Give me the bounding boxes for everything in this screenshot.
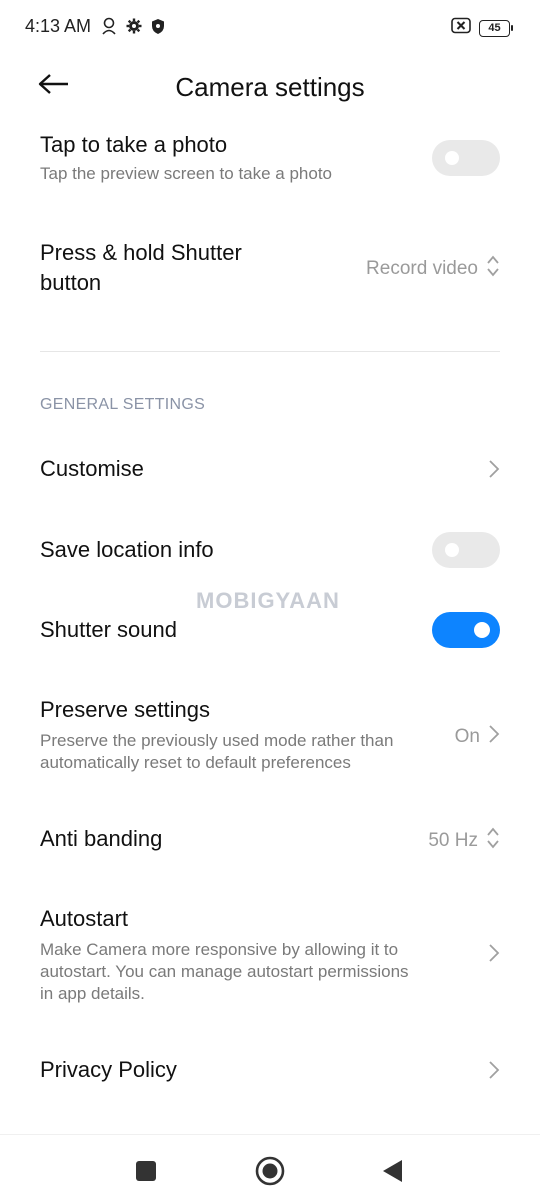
sim-off-icon (451, 17, 471, 39)
row-subtitle-line1: Make Camera more responsive by allowing … (40, 940, 399, 959)
watermark: MOBIGYAAN (196, 588, 340, 613)
row-subtitle: Tap the preview screen to take a photo (40, 164, 333, 183)
shutter-sound-toggle[interactable] (432, 612, 500, 648)
up-down-arrows-icon (486, 254, 500, 283)
row-title: Customise (40, 456, 144, 481)
anti-banding-row[interactable]: Anti banding 50 Hz (40, 824, 500, 858)
circle-icon (254, 1155, 286, 1192)
chevron-right-icon (488, 458, 500, 485)
status-bar: 4:13 AM 45 (0, 0, 540, 52)
row-title: Privacy Policy (40, 1057, 177, 1082)
page-title: Camera settings (175, 72, 365, 102)
save-location-row[interactable]: Save location info (40, 532, 500, 570)
chevron-right-icon (488, 1059, 500, 1086)
battery-icon: 45 (479, 19, 513, 37)
tap-to-take-photo-row[interactable]: Tap to take a photo Tap the preview scre… (40, 130, 500, 194)
row-subtitle-line1: Preserve the previously used mode rather… (40, 731, 394, 750)
up-down-arrows-icon (486, 826, 500, 855)
preserve-settings-row[interactable]: Preserve settings Preserve the previousl… (40, 695, 500, 777)
tap-photo-toggle[interactable] (432, 140, 500, 176)
section-header-general: GENERAL SETTINGS (40, 396, 206, 413)
square-icon (134, 1159, 158, 1188)
row-title: Save location info (40, 537, 214, 562)
row-subtitle-line3: in app details. (40, 984, 145, 1003)
chevron-right-icon (488, 942, 500, 969)
anti-banding-value: 50 Hz (428, 829, 478, 851)
press-hold-shutter-row[interactable]: Press & hold Shutter button Record video (40, 238, 500, 302)
row-title: Autostart (40, 906, 129, 931)
privacy-policy-row[interactable]: Privacy Policy (40, 1055, 500, 1089)
shutter-sound-row[interactable]: Shutter sound (40, 612, 500, 650)
shield-icon (151, 18, 165, 40)
row-subtitle-line2: autostart. You can manage autostart perm… (40, 962, 409, 981)
divider (40, 351, 500, 352)
press-hold-value: Record video (366, 257, 478, 279)
navigation-bar (0, 1134, 540, 1200)
triangle-back-icon (380, 1158, 404, 1189)
autostart-row[interactable]: Autostart Make Camera more responsive by… (40, 904, 500, 1008)
nav-recent-button[interactable] (128, 1155, 164, 1191)
preserve-value: On (454, 725, 480, 747)
status-time: 4:13 AM (25, 16, 92, 36)
customise-row[interactable]: Customise (40, 454, 500, 488)
row-title: Tap to take a photo (40, 132, 228, 157)
person-icon (101, 17, 117, 40)
save-location-toggle[interactable] (432, 532, 500, 568)
row-title: Preserve settings (40, 697, 210, 722)
camera-settings-screen: 4:13 AM 45 Camera settings Tap to take a… (0, 0, 540, 1200)
gear-icon (126, 18, 142, 39)
row-subtitle-line2: automatically reset to default preferenc… (40, 753, 351, 772)
row-title: Shutter sound (40, 617, 177, 642)
nav-home-button[interactable] (252, 1155, 288, 1191)
nav-back-button[interactable] (374, 1155, 410, 1191)
chevron-right-icon (488, 723, 500, 750)
